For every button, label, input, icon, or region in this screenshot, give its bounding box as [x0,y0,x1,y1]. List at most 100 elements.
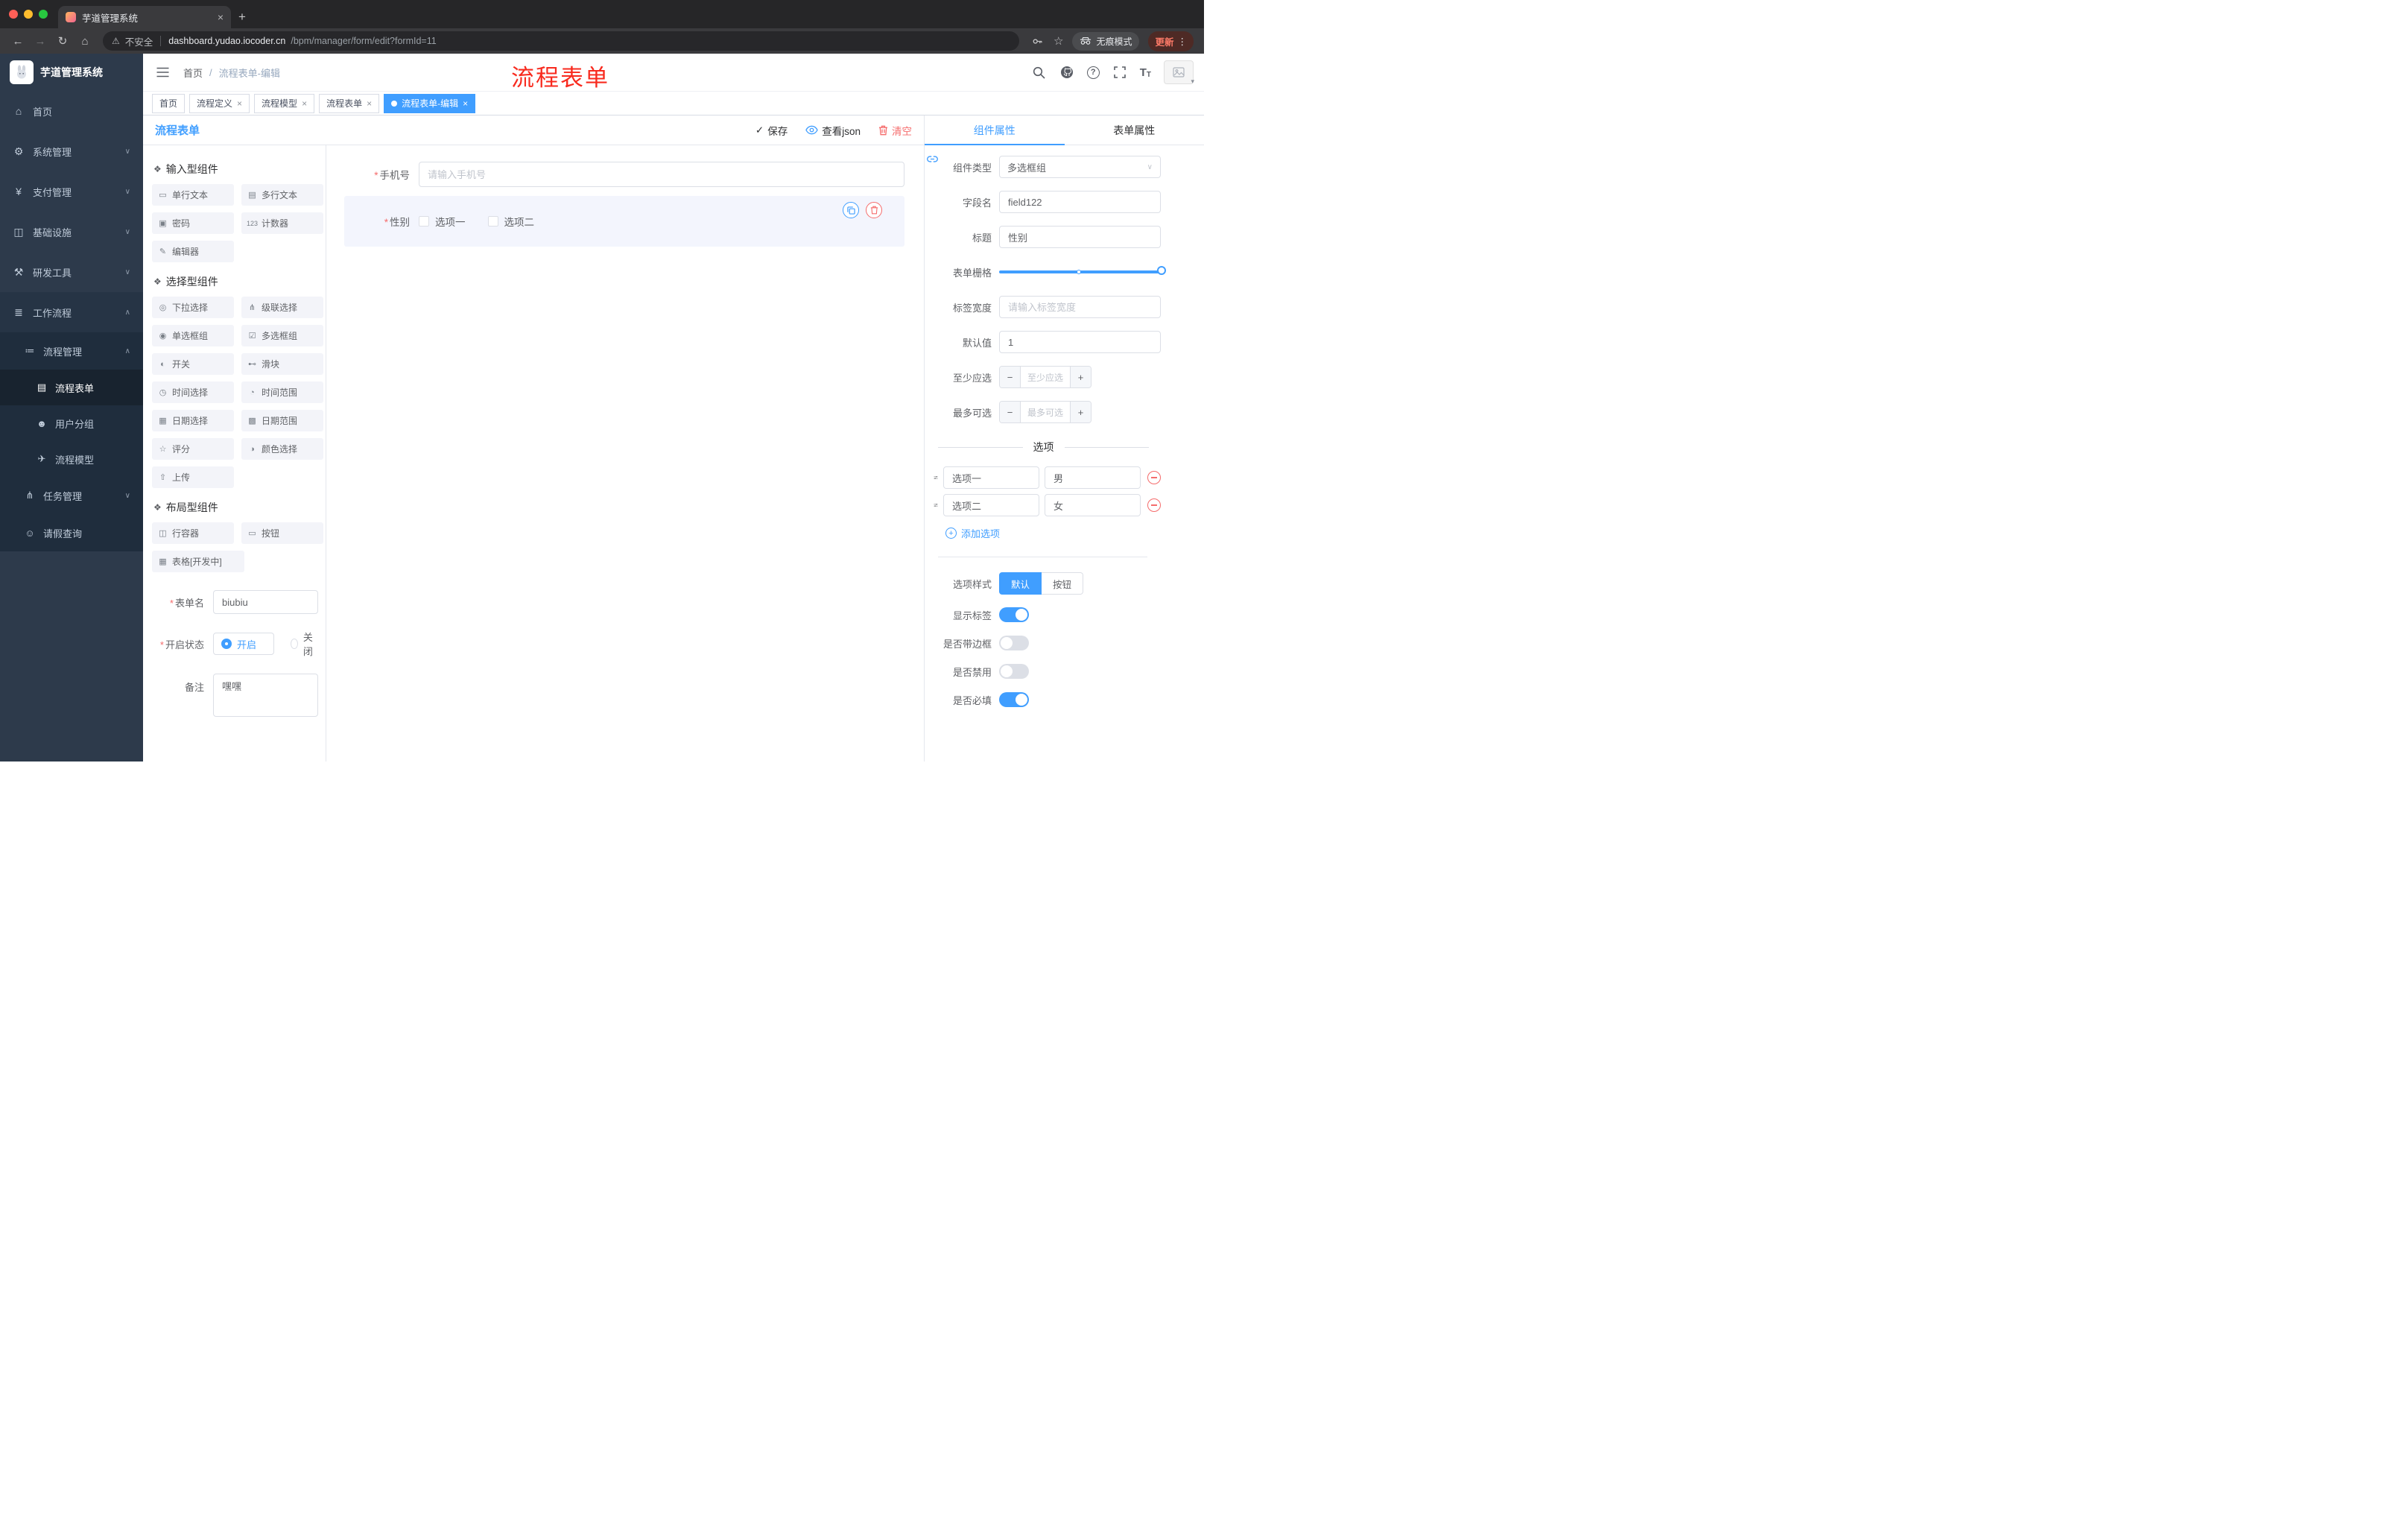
sidebar-subitem-process-management[interactable]: ≔ 流程管理 ∧ [0,332,143,370]
option-label-input[interactable] [942,494,1039,516]
decrease-button[interactable]: − [1000,367,1021,387]
palette-item-textarea[interactable]: ▤ 多行文本 [241,184,323,206]
disabled-switch[interactable] [999,664,1029,679]
tag-process-form[interactable]: 流程表单 × [319,93,380,113]
option-value-input[interactable] [1045,466,1141,489]
palette-item-table[interactable]: ▦ 表格[开发中] [152,551,244,572]
fullscreen-icon[interactable] [1112,65,1127,80]
required-switch[interactable] [999,692,1029,707]
remove-option-button[interactable] [1147,471,1162,484]
style-button-button[interactable]: 按钮 [1042,572,1084,595]
tab-form-props[interactable]: 表单属性 [1065,115,1205,145]
drag-handle-icon[interactable] [934,472,938,483]
palette-item-select[interactable]: ◎ 下拉选择 [152,297,234,318]
min-select-value[interactable]: 至少应选 [1021,367,1070,387]
tag-close-icon[interactable]: × [367,98,372,109]
view-json-button[interactable]: 查看json [805,123,861,138]
form-grid-slider[interactable] [999,261,1166,283]
tag-home[interactable]: 首页 [152,93,186,113]
sidebar-subitem-process-model[interactable]: ✈ 流程模型 [0,441,143,477]
tag-close-icon[interactable]: × [237,98,242,109]
palette-item-cascader[interactable]: ⋔ 级联选择 [241,297,323,318]
label-width-input[interactable] [999,296,1161,318]
sidebar-subitem-process-form[interactable]: ▤ 流程表单 [0,370,143,405]
form-name-field[interactable] [213,590,318,614]
palette-item-switch[interactable]: ◐ 开关 [152,353,234,375]
increase-button[interactable]: + [1070,402,1091,422]
font-size-icon[interactable]: TT [1140,66,1151,79]
sidebar-item-home[interactable]: ⌂ 首页 [0,91,143,131]
form-canvas[interactable]: *手机号 *性别 选项一 选项二 [326,145,924,762]
drag-handle-icon[interactable] [934,500,938,510]
checkbox-option-1[interactable]: 选项一 [419,214,466,229]
palette-item-row-container[interactable]: ◫ 行容器 [152,522,234,544]
tag-close-icon[interactable]: × [302,98,307,109]
update-button[interactable]: 更新 ⋮ [1148,31,1194,51]
search-icon[interactable] [1032,65,1047,80]
default-value-input[interactable] [999,331,1161,353]
browser-menu-icon[interactable]: ⋮ [1178,36,1188,47]
palette-item-upload[interactable]: ⇧ 上传 [152,466,234,488]
close-window-button[interactable] [9,10,18,19]
github-icon[interactable] [1059,65,1074,80]
breadcrumb-home[interactable]: 首页 [183,66,203,80]
tab-close-icon[interactable]: × [218,11,224,23]
browser-tab[interactable]: 芋道管理系统 × [58,6,231,28]
save-button[interactable]: ✓ 保存 [755,123,788,138]
palette-item-single-line-text[interactable]: ▭ 单行文本 [152,184,234,206]
palette-item-rate[interactable]: ☆ 评分 [152,438,234,460]
max-select-value[interactable]: 最多可选 [1021,402,1070,422]
sidebar-item-infrastructure[interactable]: ◫ 基础设施 ∨ [0,212,143,252]
palette-item-slider[interactable]: ⊷ 滑块 [241,353,323,375]
canvas-phone-item[interactable]: * 手机号 [344,162,904,187]
new-tab-button[interactable]: + [231,6,253,28]
canvas-gender-item-selected[interactable]: * 性别 选项一 选项二 [344,196,904,247]
zoom-window-button[interactable] [39,10,48,19]
palette-item-date-range[interactable]: ▩ 日期范围 [241,410,323,431]
palette-item-radio-group[interactable]: ◉ 单选框组 [152,325,234,346]
sidebar-subitem-task-management[interactable]: ⋔ 任务管理 ∨ [0,477,143,514]
phone-input[interactable] [419,162,904,187]
minimize-window-button[interactable] [24,10,33,19]
checkbox-option-2[interactable]: 选项二 [487,214,534,229]
palette-item-time-picker[interactable]: ◷ 时间选择 [152,381,234,403]
clear-button[interactable]: 清空 [878,123,912,138]
sidebar-logo[interactable]: 芋道管理系统 [0,54,143,91]
palette-item-button[interactable]: ▭ 按钮 [241,522,323,544]
style-default-button[interactable]: 默认 [999,572,1042,595]
decrease-button[interactable]: − [1000,402,1021,422]
copy-widget-button[interactable] [843,202,859,218]
delete-widget-button[interactable] [866,202,882,218]
option-value-input[interactable] [1045,494,1141,516]
address-bar[interactable]: ⚠ 不安全 dashboard.yudao.iocoder.cn/bpm/man… [103,31,1020,51]
palette-item-checkbox-group[interactable]: ☑ 多选框组 [241,325,323,346]
reload-button[interactable]: ↻ [52,31,73,51]
palette-item-counter[interactable]: 123 计数器 [241,212,323,234]
sidebar-item-workflow[interactable]: ≣ 工作流程 ∧ [0,292,143,332]
palette-item-password[interactable]: ▣ 密码 [152,212,234,234]
tab-component-props[interactable]: 组件属性 [925,115,1065,145]
field-name-input[interactable] [999,191,1161,213]
header-avatar[interactable]: ▾ [1164,60,1194,85]
increase-button[interactable]: + [1070,367,1091,387]
tag-process-definition[interactable]: 流程定义 × [189,93,250,113]
remove-option-button[interactable] [1147,498,1162,512]
add-option-button[interactable]: + 添加选项 [945,526,1204,540]
collapse-sidebar-button[interactable] [153,63,171,81]
sidebar-subitem-leave-query[interactable]: ☺ 请假查询 [0,514,143,551]
key-icon[interactable] [1030,34,1045,48]
remark-textarea[interactable]: 嘿嘿 [213,674,318,717]
bookmark-star-icon[interactable]: ☆ [1054,34,1063,48]
palette-item-editor[interactable]: ✎ 编辑器 [152,241,234,262]
sidebar-item-payment[interactable]: ¥ 支付管理 ∨ [0,171,143,212]
component-type-select[interactable]: 多选框组 ∨ [999,156,1161,178]
tag-process-form-edit[interactable]: 流程表单-编辑 × [384,93,476,113]
sidebar-item-system[interactable]: ⚙ 系统管理 ∨ [0,131,143,171]
palette-item-time-range[interactable]: ◔ 时间范围 [241,381,323,403]
palette-item-date-picker[interactable]: ▦ 日期选择 [152,410,234,431]
sidebar-item-devtools[interactable]: ⚒ 研发工具 ∨ [0,252,143,292]
status-radio-on[interactable]: 开启 [213,633,275,655]
tag-close-icon[interactable]: × [463,98,468,109]
forward-button[interactable]: → [30,31,51,51]
show-label-switch[interactable] [999,607,1029,622]
